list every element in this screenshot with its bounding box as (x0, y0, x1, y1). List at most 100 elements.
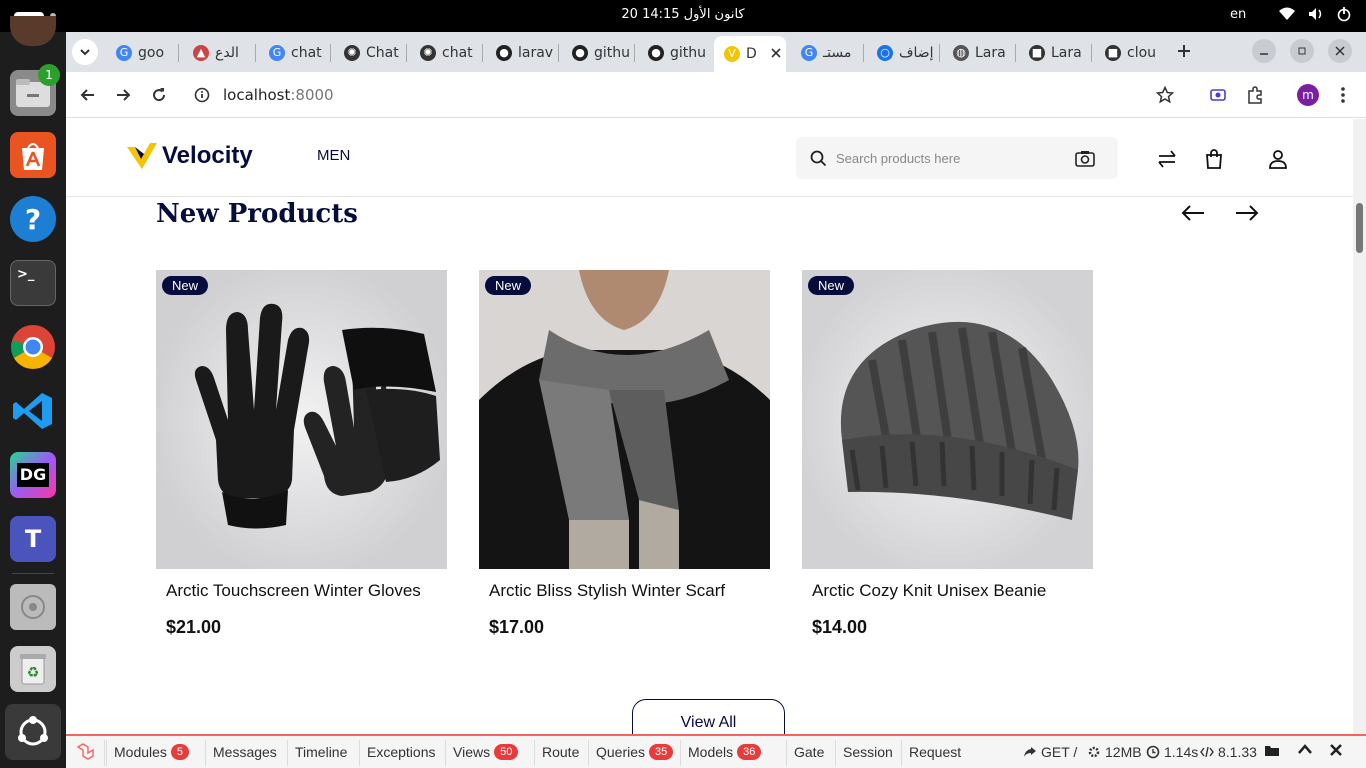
new-tab-button[interactable] (1171, 38, 1197, 64)
tab-separator (178, 44, 179, 62)
extension-button[interactable] (1205, 82, 1231, 108)
gloves-image (194, 303, 440, 529)
files-icon[interactable]: 1 (10, 64, 60, 116)
system-tray[interactable] (1278, 6, 1352, 26)
chrome-icon[interactable] (10, 324, 56, 370)
debugbar-tab-request[interactable]: Request (909, 744, 961, 760)
browser-menu-button[interactable] (1330, 82, 1356, 108)
close-tab-icon[interactable] (771, 46, 781, 62)
laravel-logo-icon[interactable] (76, 743, 96, 766)
tab-label: مستـ (823, 45, 852, 61)
trash-icon[interactable]: ♻ (10, 646, 56, 692)
browser-tab[interactable]: G مستـ (791, 38, 859, 68)
browser-tab[interactable]: Ggoo (106, 38, 174, 68)
nav-item-men[interactable]: MEN (317, 147, 350, 164)
product-image-gloves[interactable]: New (156, 270, 447, 569)
google-icon: G (269, 45, 285, 61)
debugbar-open-button[interactable] (1264, 744, 1280, 757)
product-name[interactable]: Arctic Touchscreen Winter Gloves (156, 581, 447, 601)
page-scrollbar[interactable] (1353, 119, 1366, 734)
browser-toolbar: localhost:8000 m (66, 72, 1366, 118)
system-clock[interactable]: 20 كانون الأول 14:15 (0, 7, 1366, 22)
debugbar-tab-exceptions[interactable]: Exceptions (367, 744, 435, 760)
app-icon-top[interactable] (10, 16, 56, 46)
debugbar-tab-route[interactable]: Route (542, 744, 579, 760)
product-image-scarf[interactable]: New (479, 270, 770, 569)
debugbar-time[interactable]: 1.14s (1146, 744, 1198, 760)
debugbar-separator (104, 740, 105, 766)
help-icon[interactable]: ? (10, 196, 56, 242)
debugbar-tab-gate[interactable]: Gate (794, 744, 824, 760)
search-input[interactable] (836, 147, 1056, 169)
browser-tab[interactable]: ◍ Lara (943, 38, 1011, 68)
debugbar-tab-queries[interactable]: Queries 35 (596, 744, 674, 760)
show-apps-icon[interactable] (5, 704, 61, 760)
terminal-icon[interactable]: >_ (10, 260, 56, 306)
site-logo[interactable]: Velocity (126, 141, 253, 171)
address-bar[interactable]: localhost:8000 (184, 78, 1284, 112)
compare-icon[interactable] (1155, 147, 1179, 171)
bookmark-star-icon[interactable] (1155, 85, 1175, 108)
product-name[interactable]: Arctic Cozy Knit Unisex Beanie (802, 581, 1093, 601)
product-name[interactable]: Arctic Bliss Stylish Winter Scarf (479, 581, 770, 601)
debugbar-tab-views[interactable]: Views 50 (453, 744, 519, 760)
browser-tab[interactable]: ✺ Chat (334, 38, 402, 68)
debugbar-tab-modules[interactable]: Modules 5 (114, 744, 190, 760)
github-icon: ● (496, 45, 512, 61)
url-text[interactable]: localhost:8000 (223, 86, 334, 104)
debugbar-tab-label: Session (843, 744, 893, 760)
debugbar-request-method[interactable]: GET / (1023, 744, 1077, 760)
minimize-button[interactable] (1252, 39, 1276, 63)
carousel-next-button[interactable] (1234, 203, 1264, 225)
browser-tab[interactable]: ▲ الدع (183, 38, 251, 68)
vscode-icon[interactable] (10, 388, 56, 434)
debugbar-tab-messages[interactable]: Messages (213, 744, 277, 760)
product-image-beanie[interactable]: New (802, 270, 1093, 569)
datagrip-icon[interactable]: DG (10, 452, 56, 498)
close-window-button[interactable] (1328, 39, 1352, 63)
browser-tab[interactable]: ■ clou (1095, 38, 1163, 68)
debugbar-php-version[interactable]: 8.1.33 (1200, 744, 1257, 760)
browser-tab[interactable]: ● githu (562, 38, 630, 68)
disk-icon[interactable] (10, 584, 56, 630)
browser-tab[interactable]: ● larav (486, 38, 554, 68)
section-title: New Products (156, 199, 358, 229)
app-center-icon[interactable] (10, 132, 56, 178)
google-icon: G (801, 45, 817, 61)
dock-separator (12, 573, 54, 574)
debugbar-memory[interactable]: 12MB (1087, 744, 1142, 760)
profile-button[interactable]: m (1295, 82, 1321, 108)
browser-tab[interactable]: ✺ chat (410, 38, 478, 68)
product-card[interactable]: New Arctic Bliss Stylish Winter Scarf $1… (479, 270, 770, 638)
reload-button[interactable] (146, 82, 172, 108)
product-card[interactable]: New Arctic Touchscreen Winter Gloves $21… (156, 270, 447, 638)
forward-button[interactable] (110, 82, 136, 108)
tab-search-button[interactable] (72, 39, 98, 65)
extensions-menu-button[interactable] (1242, 82, 1268, 108)
scrollbar-thumb[interactable] (1356, 203, 1363, 253)
user-account-icon[interactable] (1266, 147, 1290, 171)
browser-tab[interactable]: ● githu (638, 38, 706, 68)
teams-icon[interactable]: T (10, 516, 56, 562)
debugbar-restore-button[interactable] (1298, 744, 1312, 754)
tab-label: D (746, 46, 757, 62)
back-button[interactable] (75, 82, 101, 108)
product-card[interactable]: New Arctic Cozy Knit Unisex Beanie $14.0… (802, 270, 1093, 638)
site-info-icon[interactable] (194, 87, 210, 107)
maximize-button[interactable] (1290, 39, 1314, 63)
browser-tab[interactable]: VD (714, 36, 786, 72)
debugbar-tab-models[interactable]: Models 36 (688, 744, 762, 760)
browser-tab[interactable]: Gchat (259, 38, 326, 68)
input-language[interactable]: en (1230, 7, 1246, 22)
shopping-bag-icon[interactable] (1202, 147, 1226, 171)
logo-text: Velocity (162, 142, 253, 169)
browser-tab[interactable]: ■ Lara (1019, 38, 1087, 68)
carousel-prev-button[interactable] (1180, 203, 1210, 225)
browser-tab[interactable]: ○ إضاف (867, 38, 935, 68)
debugbar-count-badge: 5 (170, 744, 190, 760)
debugbar-tab-session[interactable]: Session (843, 744, 893, 760)
camera-search-icon[interactable] (1075, 150, 1095, 171)
view-all-button[interactable]: View All (632, 699, 785, 734)
debugbar-close-button[interactable] (1330, 744, 1342, 756)
debugbar-tab-timeline[interactable]: Timeline (295, 744, 347, 760)
